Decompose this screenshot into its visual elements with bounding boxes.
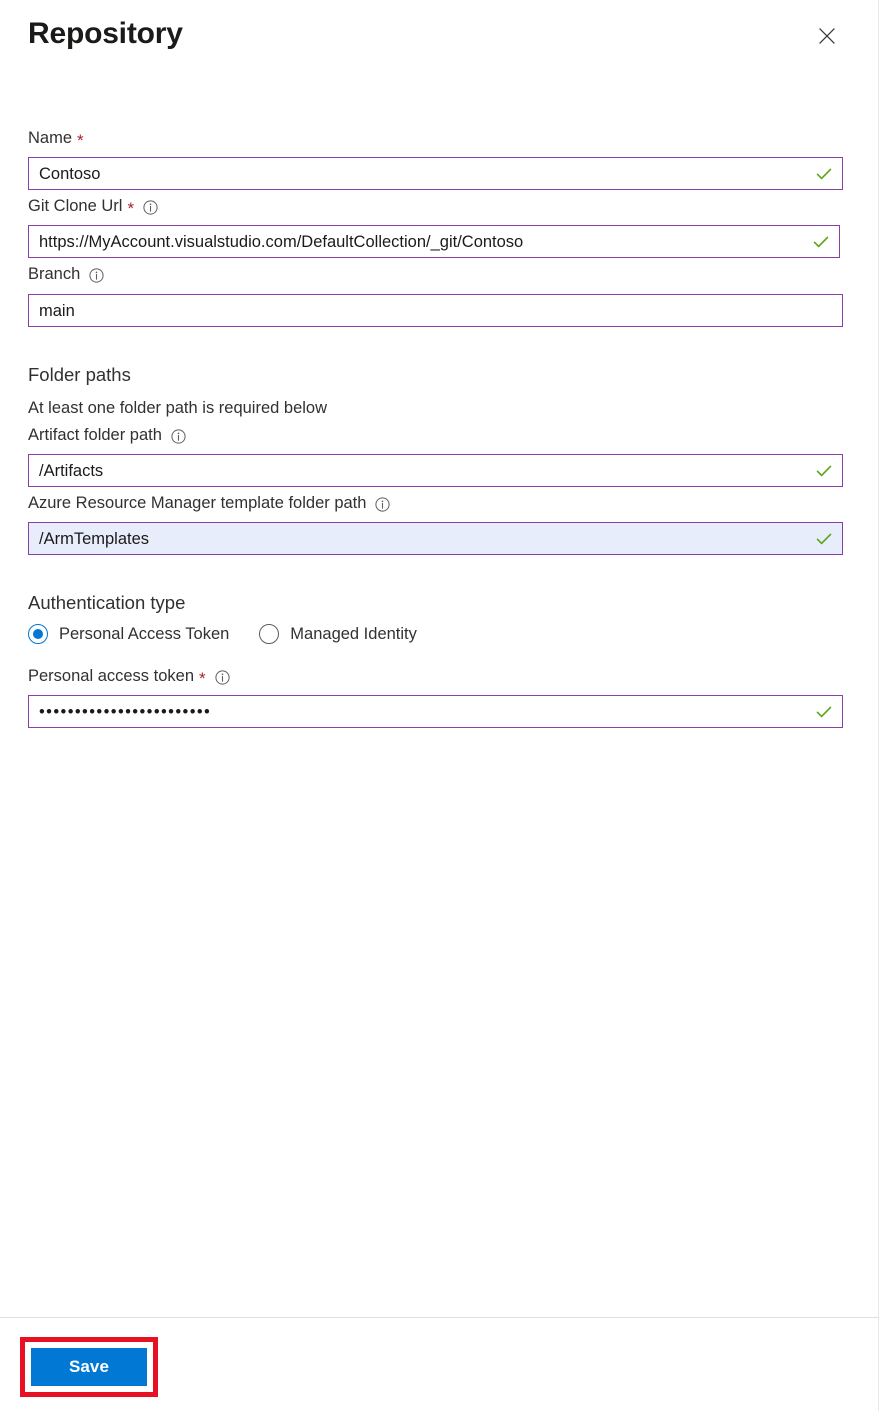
info-icon[interactable] [375, 496, 391, 512]
artifact-folder-path-input-value: /Artifacts [39, 461, 104, 480]
info-icon[interactable] [215, 669, 230, 685]
folder-paths-heading: Folder paths [28, 364, 131, 385]
personal-access-token-input[interactable]: •••••••••••••••••••••••• [28, 695, 843, 728]
personal-access-token-required-asterisk: * [199, 668, 206, 688]
branch-input[interactable]: main [28, 294, 843, 327]
arm-template-folder-path-label: Azure Resource Manager template folder p… [28, 492, 391, 514]
valid-check-icon [814, 529, 834, 549]
radio-personal-access-token-label: Personal Access Token [59, 625, 230, 643]
save-button-highlight: Save [20, 1337, 158, 1397]
radio-personal-access-token[interactable]: Personal Access Token [28, 623, 229, 645]
blade-header: Repository [0, 0, 879, 82]
branch-input-value: main [39, 301, 75, 320]
close-button[interactable] [811, 20, 843, 52]
radio-managed-identity-label: Managed Identity [290, 625, 417, 643]
artifact-folder-path-label: Artifact folder path [28, 424, 186, 446]
page-title: Repository [28, 17, 183, 50]
info-icon[interactable] [171, 428, 186, 444]
radio-mark-icon [259, 624, 280, 644]
radio-mark-icon [28, 624, 48, 644]
name-label: Name * [28, 127, 84, 149]
personal-access-token-label: Personal access token * [28, 665, 230, 687]
arm-template-folder-path-label-text: Azure Resource Manager template folder p… [28, 494, 367, 512]
branch-label-text: Branch [28, 265, 81, 283]
git-clone-url-required-asterisk: * [127, 198, 135, 218]
name-input[interactable]: Contoso [28, 157, 843, 190]
name-required-asterisk: * [77, 130, 84, 150]
valid-check-icon [814, 702, 834, 722]
personal-access-token-label-text: Personal access token [28, 667, 195, 685]
arm-template-folder-path-input[interactable]: /ArmTemplates [28, 522, 843, 555]
radio-managed-identity[interactable]: Managed Identity [259, 623, 417, 645]
folder-paths-description: At least one folder path is required bel… [28, 399, 328, 417]
git-clone-url-input[interactable]: https://MyAccount.visualstudio.com/Defau… [28, 225, 840, 258]
save-button[interactable]: Save [31, 1348, 147, 1386]
info-icon[interactable] [143, 199, 158, 215]
name-input-value: Contoso [39, 164, 101, 183]
authentication-type-radio-group: Personal Access Token Managed Identity [28, 623, 447, 645]
artifact-folder-path-input[interactable]: /Artifacts [28, 454, 843, 487]
personal-access-token-input-value: •••••••••••••••••••••••• [39, 702, 212, 721]
close-icon [817, 26, 837, 46]
git-clone-url-input-value: https://MyAccount.visualstudio.com/Defau… [39, 232, 524, 251]
valid-check-icon [811, 232, 831, 252]
git-clone-url-label: Git Clone Url * [28, 195, 158, 217]
git-clone-url-label-text: Git Clone Url [28, 197, 123, 215]
name-label-text: Name [28, 129, 73, 147]
authentication-type-heading: Authentication type [28, 592, 186, 613]
valid-check-icon [814, 461, 834, 481]
branch-label: Branch [28, 263, 104, 285]
arm-template-folder-path-input-value: /ArmTemplates [39, 529, 150, 548]
info-icon[interactable] [89, 267, 104, 283]
valid-check-icon [814, 164, 834, 184]
artifact-folder-path-label-text: Artifact folder path [28, 426, 162, 444]
footer-divider [0, 1317, 879, 1318]
